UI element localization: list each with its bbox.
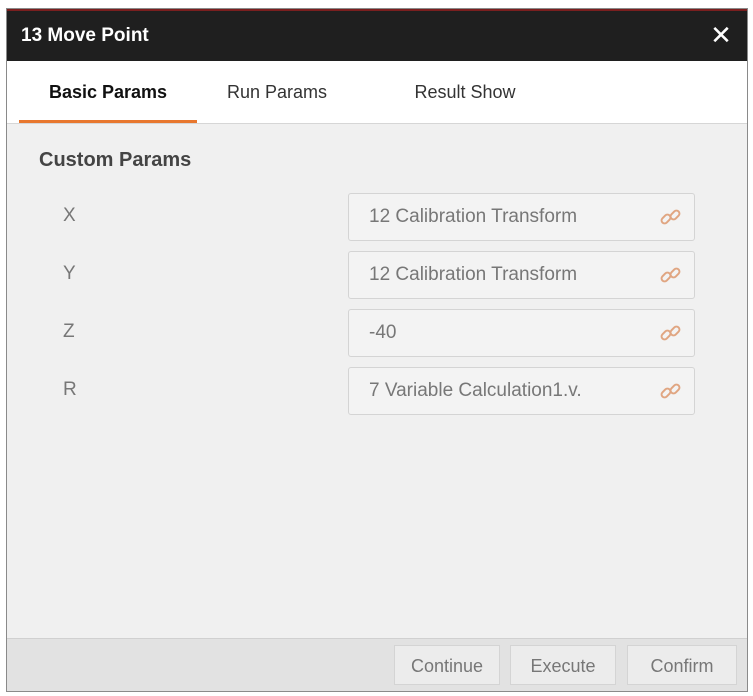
tab-run-params[interactable]: Run Params	[212, 61, 342, 123]
param-value-z: -40	[369, 322, 397, 343]
link-icon[interactable]	[658, 206, 684, 230]
param-field-r[interactable]: 7 Variable Calculation1.v.	[348, 367, 695, 415]
param-field-x[interactable]: 12 Calibration Transform	[348, 193, 695, 241]
title-bar[interactable]: 13 Move Point ✕	[7, 9, 747, 61]
param-label-y: Y	[63, 263, 76, 284]
param-label-r: R	[63, 379, 77, 400]
link-icon[interactable]	[658, 322, 684, 346]
continue-button[interactable]: Continue	[394, 645, 500, 685]
tab-result-show[interactable]: Result Show	[395, 61, 535, 123]
param-value-r: 7 Variable Calculation1.v.	[369, 380, 582, 401]
link-icon[interactable]	[658, 380, 684, 404]
dialog-footer: Continue Execute Confirm	[7, 638, 747, 691]
param-value-y: 12 Calibration Transform	[369, 264, 578, 285]
link-icon[interactable]	[658, 264, 684, 288]
tab-bar: Basic Params Run Params Result Show	[7, 61, 747, 124]
param-field-y[interactable]: 12 Calibration Transform	[348, 251, 695, 299]
custom-params-heading: Custom Params	[39, 149, 192, 171]
tab-basic-params[interactable]: Basic Params	[19, 61, 197, 123]
param-field-z[interactable]: -40	[348, 309, 695, 357]
param-label-z: Z	[63, 321, 75, 342]
move-point-dialog: 13 Move Point ✕ Basic Params Run Params …	[6, 8, 748, 692]
param-value-x: 12 Calibration Transform	[369, 206, 578, 227]
confirm-button[interactable]: Confirm	[627, 645, 737, 685]
close-icon[interactable]: ✕	[707, 21, 735, 49]
execute-button[interactable]: Execute	[510, 645, 616, 685]
dialog-title: 13 Move Point	[21, 25, 149, 46]
param-label-x: X	[63, 205, 76, 226]
